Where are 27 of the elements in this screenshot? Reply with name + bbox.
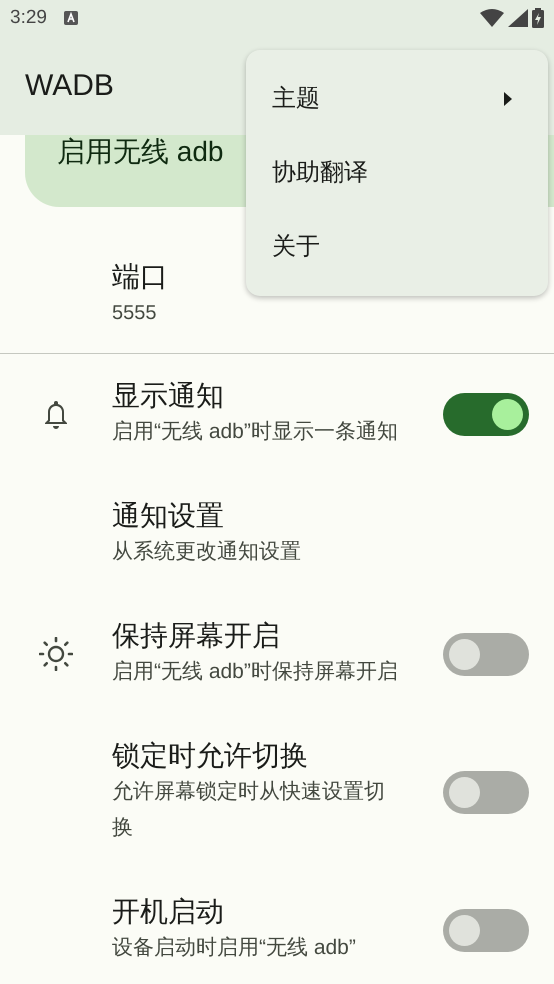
setting-title[interactable]: 显示通知 [112,378,443,414]
notification-icon [62,10,79,26]
menu-item[interactable]: 关于 [246,210,548,284]
setting-title[interactable]: 开机启动 [112,894,443,930]
bell-icon [43,399,69,429]
wifi-icon [480,9,504,27]
submenu-arrow-icon [504,92,512,106]
sun-icon [39,637,73,671]
setting-description: 从系统更改通知设置 [112,539,302,565]
toggle-switch[interactable] [443,392,529,436]
setting-title[interactable]: 保持屏幕开启 [112,618,443,654]
app-title: WADB [25,68,114,104]
signal-icon [508,9,528,27]
toggle-switch[interactable] [443,770,529,814]
setting-description: 设备启动时启用“无线 adb” [112,935,357,961]
setting-description: 启用“无线 adb”时显示一条通知 [112,419,399,445]
setting-title[interactable]: 锁定时允许切换 [112,738,443,774]
setting-description: 允许屏幕锁定时从快速设置切换 [112,779,386,841]
status-time: 3:29 [10,6,47,30]
setting-value: 5555 [112,301,158,326]
setting-description: 启用“无线 adb”时保持屏幕开启 [112,659,399,685]
toggle-switch[interactable] [443,908,529,952]
battery-icon [532,8,544,28]
setting-title[interactable]: 通知设置 [112,498,554,534]
toggle-switch[interactable] [443,632,529,676]
menu-item[interactable]: 主题 [246,62,548,136]
menu-item[interactable]: 协助翻译 [246,136,548,210]
